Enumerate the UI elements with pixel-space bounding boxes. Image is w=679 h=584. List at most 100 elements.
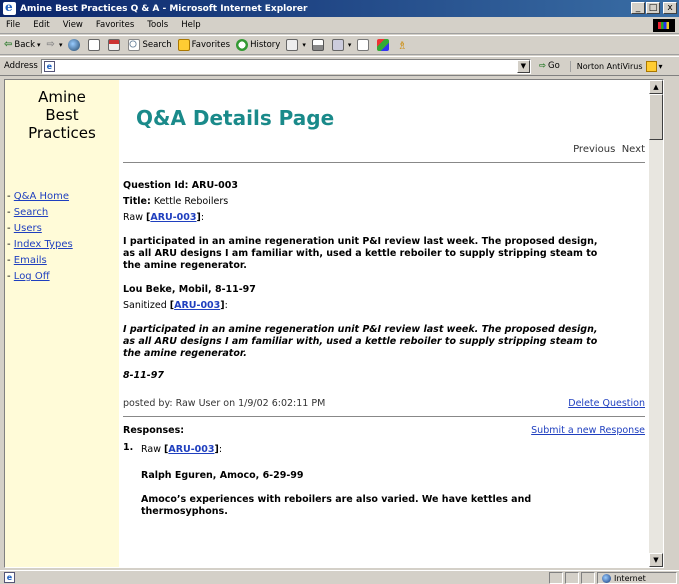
- responses-header: Responses: Submit a new Response: [123, 425, 645, 436]
- address-dropdown-button[interactable]: ▼: [516, 59, 530, 73]
- discuss-icon: [357, 39, 370, 51]
- close-button[interactable]: x: [663, 2, 677, 14]
- delete-question-link[interactable]: Delete Question: [568, 398, 645, 409]
- window-buttons: _ □ x: [630, 2, 677, 14]
- stop-button[interactable]: [68, 39, 82, 51]
- menu-favorites[interactable]: Favorites: [96, 20, 134, 30]
- favorites-button[interactable]: Favorites: [177, 39, 230, 51]
- response-author: Ralph Eguren, Amoco, 6-29-99: [141, 470, 304, 481]
- response-body: Raw [ARU-003]: Ralph Eguren, Amoco, 6-29…: [141, 442, 621, 518]
- responses-label: Responses:: [123, 425, 185, 436]
- mail-icon: [286, 39, 299, 51]
- maximize-button[interactable]: □: [646, 2, 660, 14]
- previous-link[interactable]: Previous: [573, 144, 615, 155]
- window-title: Amine Best Practices Q & A - Microsoft I…: [20, 3, 308, 14]
- response-item: 1. Raw [ARU-003]: Ralph Eguren, Amoco, 6…: [123, 442, 663, 518]
- stop-icon: [68, 39, 81, 51]
- next-link[interactable]: Next: [622, 144, 645, 155]
- print-icon: [311, 39, 324, 51]
- submit-response-link[interactable]: Submit a new Response: [531, 425, 645, 436]
- security-zone: Internet: [597, 572, 677, 584]
- chevron-down-icon: ▾: [37, 41, 41, 49]
- question-id: Question Id: ARU-003: [123, 180, 238, 191]
- chevron-down-icon: ▾: [347, 41, 352, 49]
- history-icon: [236, 39, 249, 51]
- back-button[interactable]: ⇦ Back ▾: [4, 39, 41, 51]
- status-panel: [565, 572, 579, 584]
- nav-search[interactable]: Search: [14, 207, 48, 218]
- menu-edit[interactable]: Edit: [33, 20, 49, 30]
- home-icon: [108, 39, 121, 51]
- raw-question-text: I participated in an amine regeneration …: [123, 236, 598, 271]
- status-panel: [581, 572, 595, 584]
- main-panel: Q&A Details Page Previous Next Question …: [120, 80, 663, 567]
- favorites-icon: [177, 39, 190, 51]
- posted-row: posted by: Raw User on 1/9/02 6:02:11 PM…: [123, 398, 645, 409]
- discuss-button[interactable]: [357, 39, 371, 51]
- refresh-icon: [88, 39, 101, 51]
- msn-button[interactable]: ♗: [397, 39, 409, 52]
- left-sidebar: Amine Best Practices - Q&A Home - Search…: [5, 80, 119, 567]
- norton-icon: [645, 60, 657, 72]
- sanitized-date: 8-11-97: [123, 370, 164, 381]
- menu-bar: File Edit View Favorites Tools Help: [0, 17, 679, 34]
- nav-users[interactable]: Users: [14, 223, 42, 234]
- nav-log-off[interactable]: Log Off: [14, 271, 50, 282]
- search-button[interactable]: Search: [128, 39, 172, 51]
- divider: [123, 416, 645, 417]
- nav-qa-home[interactable]: Q&A Home: [14, 191, 69, 202]
- nav-emails[interactable]: Emails: [14, 255, 47, 266]
- scroll-down-button[interactable]: ▼: [649, 553, 663, 567]
- menu-tools[interactable]: Tools: [147, 20, 168, 30]
- edit-button[interactable]: ▾: [331, 39, 352, 51]
- menu-view[interactable]: View: [63, 20, 83, 30]
- home-button[interactable]: [108, 39, 122, 51]
- page-content: Amine Best Practices - Q&A Home - Search…: [4, 79, 664, 568]
- menu-help[interactable]: Help: [181, 20, 200, 30]
- pager: Previous Next: [123, 144, 645, 155]
- chevron-down-icon: ▾: [658, 61, 663, 71]
- history-button[interactable]: History: [236, 39, 280, 51]
- scroll-thumb[interactable]: [649, 94, 663, 140]
- menu-file[interactable]: File: [6, 20, 20, 30]
- edit-icon: [331, 39, 344, 51]
- chevron-down-icon: ▾: [58, 41, 63, 49]
- forward-arrow-icon: ⇨: [46, 39, 55, 50]
- standard-toolbar: ⇦ Back ▾ ⇨ ▾ Search Favorites History ▾ ▾ ♗: [0, 35, 679, 55]
- question-title: Title: Kettle Reboilers: [123, 196, 229, 207]
- status-panels: Internet: [547, 572, 677, 584]
- raw-author: Lou Beke, Mobil, 8-11-97: [123, 284, 256, 295]
- norton-antivirus-button[interactable]: Norton AntiVirus ▾: [569, 60, 663, 72]
- response-raw-link[interactable]: ARU-003: [168, 444, 214, 455]
- posted-by: posted by: Raw User on 1/9/02 6:02:11 PM: [123, 398, 326, 409]
- response-raw-header: Raw [ARU-003]:: [141, 444, 223, 455]
- page-status-icon: e: [4, 572, 15, 583]
- raw-question-link[interactable]: ARU-003: [150, 212, 196, 223]
- search-icon: [128, 39, 141, 51]
- site-title: Amine Best Practices: [28, 88, 96, 142]
- internet-globe-icon: [602, 573, 611, 583]
- msn-icon: ♗: [397, 39, 408, 52]
- address-input[interactable]: e ▼: [40, 58, 531, 74]
- chevron-down-icon: ▾: [302, 41, 306, 49]
- status-bar: e Internet: [0, 570, 679, 584]
- ie-icon: [3, 0, 16, 15]
- forward-button[interactable]: ⇨ ▾: [47, 39, 63, 51]
- page-icon: e: [43, 60, 55, 72]
- minimize-button[interactable]: _: [631, 2, 645, 14]
- vertical-scrollbar[interactable]: ▲ ▼: [649, 80, 663, 567]
- sanitized-header: Sanitized [ARU-003]:: [123, 300, 228, 311]
- refresh-button[interactable]: [88, 39, 102, 51]
- back-arrow-icon: ⇦: [4, 39, 13, 50]
- scroll-up-button[interactable]: ▲: [649, 80, 663, 94]
- sanitized-question-link[interactable]: ARU-003: [174, 300, 220, 311]
- window-titlebar: Amine Best Practices Q & A - Microsoft I…: [0, 0, 679, 17]
- response-number: 1.: [123, 442, 134, 453]
- go-button[interactable]: ⇨ Go: [539, 61, 560, 71]
- raw-header: Raw [ARU-003]:: [123, 212, 205, 223]
- nav-index-types[interactable]: Index Types: [14, 239, 73, 250]
- print-button[interactable]: [311, 39, 326, 51]
- question-block: Question Id: ARU-003 Title: Kettle Reboi…: [123, 163, 663, 518]
- messenger-button[interactable]: [377, 39, 391, 51]
- mail-button[interactable]: ▾: [286, 39, 306, 51]
